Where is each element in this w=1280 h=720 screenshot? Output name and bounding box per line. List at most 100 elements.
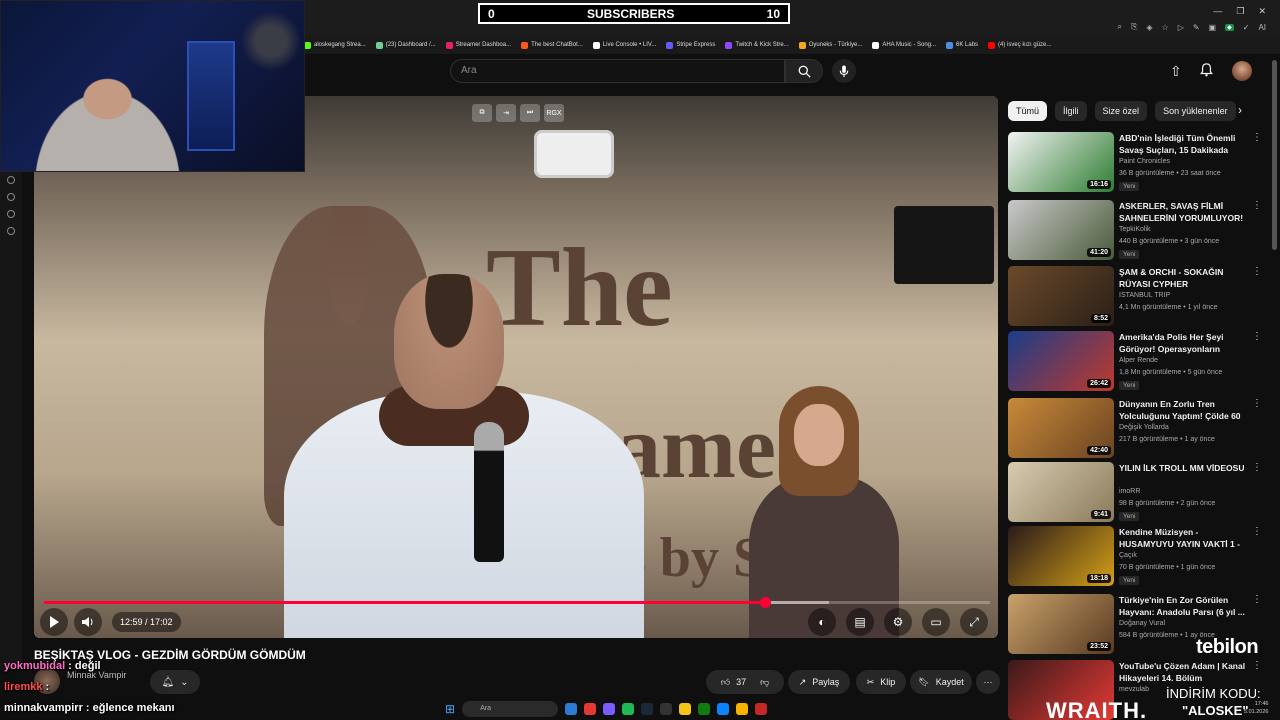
discord-icon[interactable] <box>603 702 616 715</box>
bookmark-item[interactable]: Live Console • LIV... <box>592 41 656 49</box>
recommendation-title[interactable]: ASKERLER, SAVAŞ FİLMİ SAHNELERİNİ YORUML… <box>1119 200 1249 224</box>
notifications-bell-icon[interactable] <box>1200 63 1213 80</box>
recommendation-item[interactable]: 42:40 Dünyanın En Zorlu Tren Yolculuğunu … <box>1008 398 1266 458</box>
copy-overlay-icon[interactable]: ⧉ <box>472 104 492 122</box>
subscription-bell-button[interactable]: 🔔︎ ⌄ <box>150 670 200 694</box>
ext-badge-icon[interactable]: ◆ <box>1225 23 1234 31</box>
recommendation-title[interactable]: ŞAM & ORCHI - SOKAĞIN RÜYASI CYPHER <box>1119 266 1249 290</box>
restore-icon[interactable]: ❐ <box>1236 6 1244 17</box>
recommendation-thumbnail[interactable]: 18:18 <box>1008 526 1114 586</box>
recommendation-title[interactable]: ABD'nin İşlediği Tüm Önemli Savaş Suçlar… <box>1119 132 1249 156</box>
more-options-icon[interactable]: ⋮ <box>1252 398 1262 409</box>
recommendation-channel[interactable]: Çaçık <box>1119 552 1137 559</box>
recommendation-item[interactable]: 9:41 YILIN İLK TROLL MM VİDEOSU imoRR 98 B … <box>1008 462 1266 522</box>
more-options-icon[interactable]: ⋮ <box>1252 526 1262 537</box>
recommendation-title[interactable]: YouTube'u Çözen Adam | Kanal Hikayeleri … <box>1119 660 1249 684</box>
settings-button[interactable]: ⚙ <box>884 608 912 636</box>
overlay-tag[interactable]: RGX <box>544 104 564 122</box>
history-icon[interactable] <box>7 176 15 184</box>
app-icon[interactable] <box>679 702 692 715</box>
recommendation-title[interactable]: Amerika'da Polis Her Şeyi Görüyor! Opera… <box>1119 331 1249 355</box>
recommendation-thumbnail[interactable]: 41:20 <box>1008 200 1114 260</box>
bookmark-item[interactable]: (4) isveç kızı güze... <box>988 41 1051 49</box>
steam-icon[interactable] <box>641 702 654 715</box>
page-scrollbar[interactable] <box>1272 60 1277 250</box>
voice-search-button[interactable] <box>832 59 856 83</box>
recommendation-thumbnail[interactable]: 23:52 <box>1008 594 1114 654</box>
bookmark-item[interactable]: Stripe Express <box>666 41 715 49</box>
skip-overlay-icon[interactable]: ⏭ <box>520 104 540 122</box>
bookmark-star-icon[interactable]: ☆ <box>1162 23 1169 32</box>
recommendation-channel[interactable]: Değişik Yollarda <box>1119 424 1169 431</box>
filter-chip[interactable]: Son yüklenenler <box>1155 101 1236 121</box>
filter-chip[interactable]: Tümü <box>1008 101 1048 121</box>
save-button[interactable]: 🔖︎ Kaydet <box>910 670 972 694</box>
minimize-icon[interactable]: — <box>1213 6 1222 17</box>
recommendation-channel[interactable]: Paint Chronicles <box>1119 158 1170 165</box>
recommendation-thumbnail[interactable]: 9:41 <box>1008 462 1114 522</box>
clock-icon[interactable] <box>7 193 15 201</box>
play-icon[interactable]: ▷ <box>1178 23 1184 32</box>
subtitles-button[interactable]: ▤ <box>846 608 874 636</box>
upload-icon[interactable]: ⇧ <box>1170 63 1182 80</box>
bookmark-item[interactable]: Oyuneks - Türkiye... <box>798 41 862 49</box>
like-dislike-button[interactable]: 👍︎ 37 👎︎ <box>706 670 784 694</box>
edge-icon[interactable] <box>717 702 730 715</box>
recommendation-channel[interactable]: ISTANBUL TRIP <box>1119 292 1170 299</box>
recommendation-thumbnail[interactable]: 8:52 <box>1008 266 1114 326</box>
account-avatar[interactable] <box>1232 61 1252 81</box>
more-options-icon[interactable]: ⋮ <box>1252 594 1262 605</box>
recommendation-item[interactable]: 16:16 ABD'nin İşlediği Tüm Önemli Savaş S… <box>1008 132 1266 192</box>
recommendation-title[interactable]: Kendine Müzisyen - HUSAMYUYU YAYIN VAKTİ… <box>1119 526 1249 550</box>
ai-extension-label[interactable]: AI <box>1258 23 1266 32</box>
recommendation-channel[interactable]: Doğanay Vural <box>1119 620 1165 627</box>
fullscreen-button[interactable]: ⤢ <box>960 608 988 636</box>
recommendation-title[interactable]: Türkiye'nin En Zor Görülen Hayvanı: Anad… <box>1119 594 1249 618</box>
more-options-icon[interactable]: ⋮ <box>1252 132 1262 143</box>
install-icon[interactable]: ⎘ <box>1131 22 1137 32</box>
recommendation-item[interactable]: 18:18 Kendine Müzisyen - HUSAMYUYU YAYIN … <box>1008 526 1266 586</box>
recommendation-item[interactable]: 41:20 ASKERLER, SAVAŞ FİLMİ SAHNELERİNİ Y… <box>1008 200 1266 260</box>
progress-bar[interactable] <box>44 597 990 608</box>
thumbs-down-icon[interactable]: 👎︎ <box>760 677 769 688</box>
close-icon[interactable]: ✕ <box>1258 6 1266 17</box>
recommendation-thumbnail[interactable]: 26:42 <box>1008 331 1114 391</box>
taskview-icon[interactable] <box>565 702 578 715</box>
chat-icon[interactable] <box>7 210 15 218</box>
video-player[interactable]: The ame s by So ⧉ ⇥ ⏭ RGX 12:59 / 17:02 … <box>34 96 998 638</box>
settings-icon[interactable] <box>7 227 15 235</box>
search-button[interactable] <box>785 59 823 83</box>
recommendation-channel[interactable]: TepkiKolik <box>1119 226 1151 233</box>
epic-icon[interactable] <box>660 702 673 715</box>
xbox-icon[interactable] <box>698 702 711 715</box>
recommendation-channel[interactable]: imoRR <box>1119 488 1140 495</box>
more-options-icon[interactable]: ⋮ <box>1252 660 1262 671</box>
lock-icon[interactable]: ▣ <box>1209 23 1217 32</box>
recommendation-thumbnail[interactable]: 16:16 <box>1008 132 1114 192</box>
clip-button[interactable]: ✂ Klip <box>856 670 906 694</box>
theater-mode-button[interactable]: ▭ <box>922 608 950 636</box>
more-options-icon[interactable]: ⋮ <box>1252 200 1262 211</box>
obs-icon[interactable] <box>755 702 768 715</box>
recommendation-title[interactable]: Dünyanın En Zorlu Tren Yolculuğunu Yaptı… <box>1119 398 1249 422</box>
copilot-icon[interactable]: ✓ <box>1243 23 1250 32</box>
search-input[interactable]: Ara <box>450 59 785 83</box>
zoom-icon[interactable]: ⌕ <box>1117 22 1121 32</box>
spotify-icon[interactable] <box>622 702 635 715</box>
opera-icon[interactable] <box>584 702 597 715</box>
recommendation-title[interactable]: YILIN İLK TROLL MM VİDEOSU <box>1119 462 1249 474</box>
bookmark-item[interactable]: Twitch & Kick Stre... <box>725 41 789 49</box>
taskbar-search[interactable]: Ara <box>462 700 559 717</box>
more-actions-button[interactable]: ⋯ <box>976 670 1000 694</box>
share-button[interactable]: ↗ Paylaş <box>788 670 850 694</box>
bookmark-item[interactable]: (23) Dashboard /... <box>375 41 436 49</box>
more-options-icon[interactable]: ⋮ <box>1252 331 1262 342</box>
filter-chip[interactable]: Size özel <box>1094 101 1148 121</box>
autoplay-toggle[interactable]: ◐ <box>808 608 836 636</box>
bookmark-item[interactable]: The best ChatBot... <box>521 41 583 49</box>
chevron-right-icon[interactable]: › <box>1238 103 1242 117</box>
recommendation-thumbnail[interactable]: 42:40 <box>1008 398 1114 458</box>
recommendation-channel[interactable]: mevzulab <box>1119 686 1149 693</box>
exit-overlay-icon[interactable]: ⇥ <box>496 104 516 122</box>
extension-icon[interactable]: ✎ <box>1193 23 1200 32</box>
